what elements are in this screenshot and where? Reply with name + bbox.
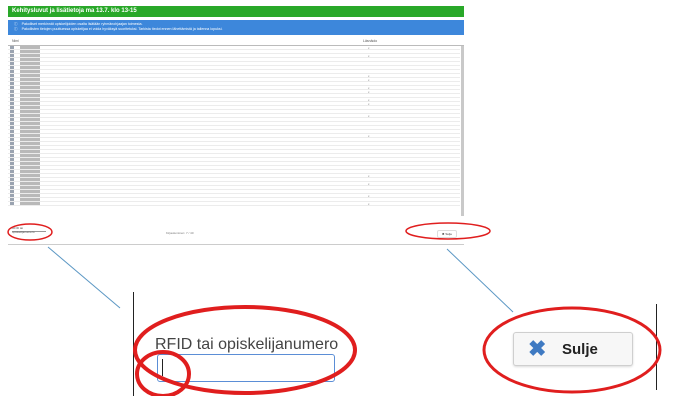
highlight-circle-rfid xyxy=(133,305,357,395)
highlight-circle-rfid-small xyxy=(7,223,53,241)
callout-line-left xyxy=(47,246,121,309)
highlight-circle-caret xyxy=(135,350,191,396)
highlight-circle-close-small xyxy=(405,222,491,240)
annotation-overlay xyxy=(7,222,662,396)
highlight-circle-close xyxy=(482,306,662,394)
callout-line-right xyxy=(446,248,514,313)
